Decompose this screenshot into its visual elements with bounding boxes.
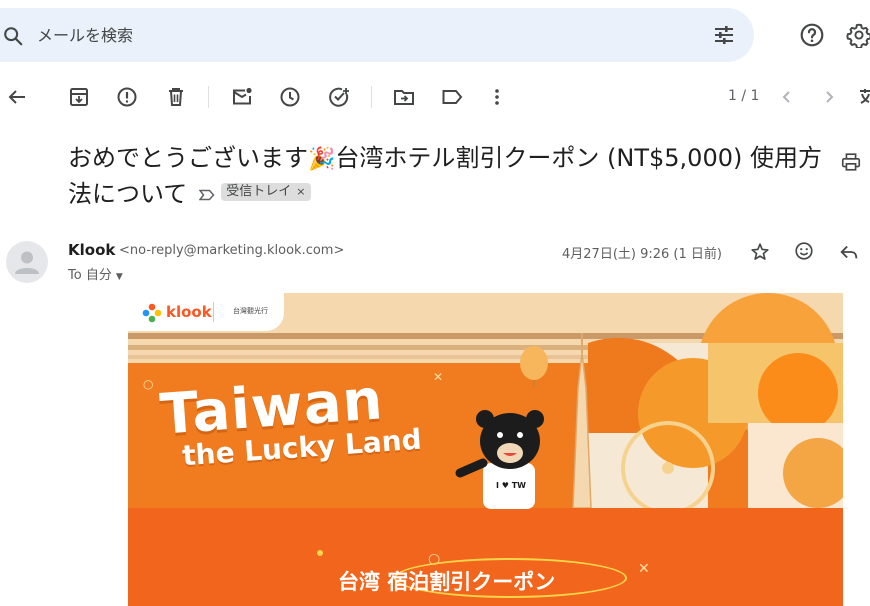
sender-name[interactable]: Klook [68,241,115,259]
archive-icon[interactable] [67,85,91,109]
move-to-icon[interactable] [392,85,416,109]
toolbar-divider [371,86,372,108]
search-bar[interactable] [0,8,754,62]
person-icon [15,251,39,274]
back-arrow-icon[interactable] [5,85,29,109]
inbox-label-chip[interactable]: 受信トレイ × [221,183,311,201]
partner-brand: 台灣觀光行 [233,307,268,315]
brand-name: klook [166,303,212,321]
label-icon[interactable] [440,85,464,109]
to-line-text: To 自分 [68,268,112,283]
inbox-label-text: 受信トレイ [226,184,292,199]
klook-logo-icon [142,303,162,323]
help-icon[interactable] [799,22,825,48]
avatar[interactable] [6,241,48,283]
search-options-icon[interactable] [712,23,736,47]
more-vert-icon[interactable] [485,85,509,109]
klook-brand-badge: klook 台灣觀光行 [128,293,284,331]
gmail-message-view: 1 / 1 おめでとうございます🎉台湾ホテル割引クーポン (NT$5,000) … [0,0,870,606]
sender-email: <no-reply@marketing.klook.com> [119,243,345,258]
next-icon[interactable] [817,85,841,109]
prev-icon[interactable] [775,85,799,109]
svg-text:✕: ✕ [638,561,650,577]
email-date: 4月27日(土) 9:26 (1 日前) [562,247,722,262]
search-icon[interactable] [2,25,24,47]
reply-icon[interactable] [838,241,860,263]
svg-text:✕: ✕ [433,370,443,384]
print-icon[interactable] [840,151,862,173]
chevron-down-icon: ▼ [115,272,123,282]
remove-label-button[interactable]: × [296,185,305,198]
toolbar-divider [208,86,209,108]
search-input[interactable] [37,22,657,48]
shirt-text: I ♥ TW [496,481,526,490]
page-count: 1 / 1 [728,88,760,104]
coupon-heading: 台湾 宿泊割引クーポン [338,570,556,594]
report-spam-icon[interactable] [115,85,139,109]
svg-text:○: ○ [143,377,153,391]
snooze-icon[interactable] [278,85,302,109]
subject-text-1: おめでとうございます [68,144,308,172]
party-popper-emoji: 🎉 [308,147,336,172]
brand-divider [213,302,214,322]
star-icon[interactable] [749,241,771,263]
importance-marker-icon[interactable] [199,189,215,201]
mark-unread-icon[interactable] [230,85,254,109]
add-task-icon[interactable] [327,85,351,109]
recipients-toggle[interactable]: To 自分 ▼ [68,264,123,283]
input-tools-icon[interactable] [856,85,870,109]
promo-banner-image: ○ ✕ ○ ✕ I ♥ TW klook 台灣觀光行 Taiwan the Lu… [128,293,843,606]
delete-icon[interactable] [164,85,188,109]
email-subject: おめでとうございます🎉台湾ホテル割引クーポン (NT$5,000) 使用方法につ… [68,141,838,212]
add-reaction-icon[interactable] [793,240,815,262]
settings-icon[interactable] [846,22,870,48]
